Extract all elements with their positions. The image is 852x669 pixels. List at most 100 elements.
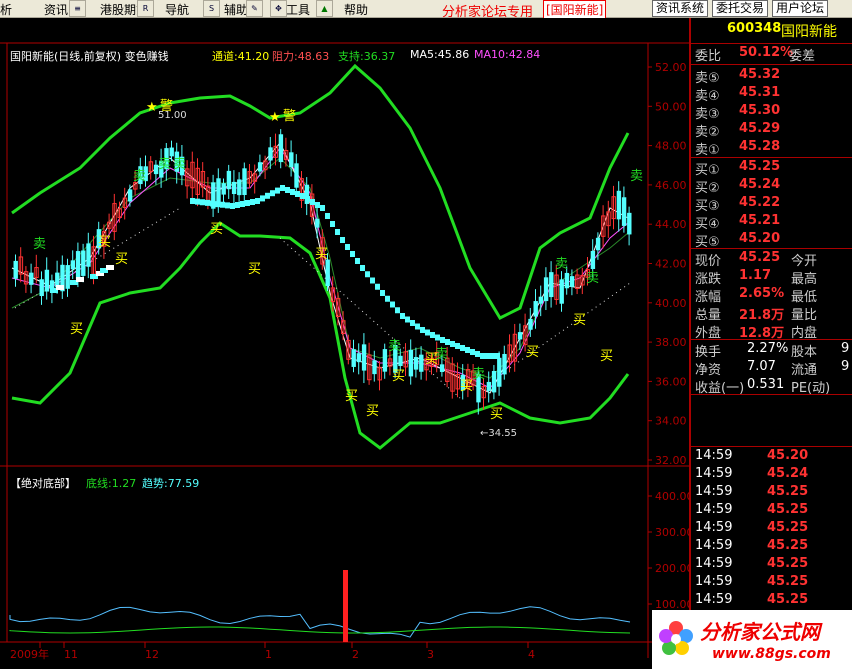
tick-row: 14:59 45.24	[691, 466, 852, 484]
trend-step-block	[445, 339, 450, 345]
stat-value: 21.8万	[739, 308, 785, 323]
candle-body	[533, 301, 538, 317]
sell-signal-label: 卖	[133, 169, 146, 184]
buy-signal-label: 买	[70, 322, 83, 337]
menu-analysis[interactable]: 析	[0, 1, 12, 18]
trend-step-block	[285, 187, 290, 193]
stat2-label-2: 股本	[791, 345, 818, 360]
trend-step-block	[265, 192, 270, 199]
weicha-label: 委差	[789, 49, 816, 64]
y-tick-label: 42.00	[655, 258, 687, 271]
candle-body	[226, 170, 232, 190]
buy-level-row: 买② 45.24	[691, 177, 852, 196]
indicator-name: 【绝对底部】	[10, 477, 76, 490]
stat-row: 现价 45.25 今开	[691, 250, 852, 269]
y-tick-label: 36.00	[655, 375, 687, 388]
candle-body	[237, 179, 242, 196]
buy-level-price: 45.21	[739, 213, 781, 228]
trend-step-block	[395, 307, 400, 314]
sell-level-price: 45.29	[739, 121, 781, 136]
warn-signal-label: 警	[283, 108, 296, 124]
buy-signal-label: 买	[315, 247, 328, 262]
buy-signal-label: 买	[345, 389, 358, 404]
trend-value: 趋势:77.59	[142, 477, 200, 490]
low-price-label: ←34.55	[480, 428, 517, 439]
candle-body	[502, 353, 507, 375]
candle-body	[356, 353, 362, 363]
news-system-button[interactable]: 资讯系统	[652, 0, 709, 17]
ma5-value: MA5:45.86	[410, 48, 470, 61]
candle-body	[595, 237, 601, 251]
candle-body	[221, 183, 226, 195]
star-icon: ★	[269, 110, 281, 125]
candle-body	[55, 272, 60, 288]
y-tick-label: 38.00	[655, 336, 687, 349]
candle-body	[231, 181, 237, 195]
trend-step-block	[290, 189, 295, 195]
buy-level-label: 买②	[695, 181, 720, 196]
stat-row: 涨幅 2.65% 最低	[691, 286, 852, 305]
buy-level-price: 45.25	[739, 159, 781, 174]
kline-chart[interactable]: 52.00 50.00 48.00 46.00 44.00 42.00 40.00 38.00…	[0, 18, 690, 669]
tick-time: 14:59	[695, 448, 733, 463]
trend-step-block	[275, 187, 280, 194]
stat2-row: 净资 7.07 流通 9	[691, 359, 852, 378]
user-forum-button[interactable]: 用户论坛	[772, 0, 829, 17]
stat-label: 涨跌	[695, 272, 722, 287]
stat2-row: 换手 2.27% 股本 9	[691, 341, 852, 360]
watermark-url: www.88gs.com	[712, 646, 831, 662]
menu-tools-aux[interactable]: 辅助	[224, 1, 248, 18]
menu-tools[interactable]: 工具	[286, 1, 310, 18]
tick-time: 14:59	[695, 484, 733, 499]
star-icon: ★	[146, 100, 158, 115]
trend-step-block	[330, 221, 335, 227]
trend-step-block	[490, 353, 495, 359]
toolbar-rsi-icon[interactable]: R	[137, 0, 154, 17]
trend-step-block	[240, 201, 245, 207]
buy-signal-label: 买	[366, 404, 379, 419]
toolbar-s-icon[interactable]: S	[203, 0, 220, 17]
resistance-value: 阻力:48.63	[272, 50, 330, 63]
candle-body	[65, 265, 70, 289]
weibi-label: 委比	[695, 49, 722, 64]
toolbar-pen-icon[interactable]: ✎	[246, 0, 263, 17]
trend-step-block	[310, 199, 315, 205]
tick-price: 45.25	[767, 592, 809, 607]
trend-step-block	[220, 201, 225, 208]
trend-step-block	[335, 229, 340, 235]
candle-body	[491, 371, 497, 393]
candle-body	[528, 318, 533, 330]
stat-value: 45.25	[739, 250, 781, 265]
candle-body	[86, 243, 91, 267]
kline-chart-panel[interactable]: 52.00 50.00 48.00 46.00 44.00 42.00 40.00 38.00…	[0, 18, 690, 669]
sell-level-price: 45.30	[739, 103, 781, 118]
trend-step-block	[345, 244, 350, 250]
buy-level-row: 买① 45.25	[691, 159, 852, 178]
stat2-label: 换手	[695, 345, 722, 360]
bottom-line-value: 底线:1.27	[86, 477, 137, 490]
tick-row: 14:59 45.20	[691, 448, 852, 466]
trend-step-block	[450, 341, 455, 347]
menu-news[interactable]: 资讯	[44, 1, 68, 18]
buy-level-price: 45.20	[739, 231, 781, 246]
trade-button[interactable]: 委托交易	[712, 0, 769, 17]
toolbar-icon-1[interactable]: ≡	[69, 0, 86, 17]
trend-step-block	[255, 198, 260, 204]
menu-help[interactable]: 帮助	[344, 1, 368, 18]
stat-label-2: 今开	[791, 254, 818, 269]
toolbar-move-icon[interactable]: ✥	[270, 0, 287, 17]
arrow-up-icon[interactable]: ▲	[316, 0, 333, 17]
trend-step-block	[200, 199, 205, 206]
trend-step-block	[465, 347, 470, 353]
tick-row: 14:59 45.25	[691, 556, 852, 574]
trend-step-block	[315, 202, 320, 208]
candle-body	[486, 381, 492, 392]
menu-nav[interactable]: 导航	[165, 1, 189, 18]
candle-body	[538, 296, 544, 304]
candle-body	[372, 360, 377, 375]
sell-level-row: 卖③ 45.30	[691, 103, 852, 122]
support-dotted-line	[279, 237, 461, 399]
tick-time: 14:59	[695, 574, 733, 589]
sell-signal-label: 卖	[158, 157, 171, 172]
candle-body	[242, 168, 247, 195]
